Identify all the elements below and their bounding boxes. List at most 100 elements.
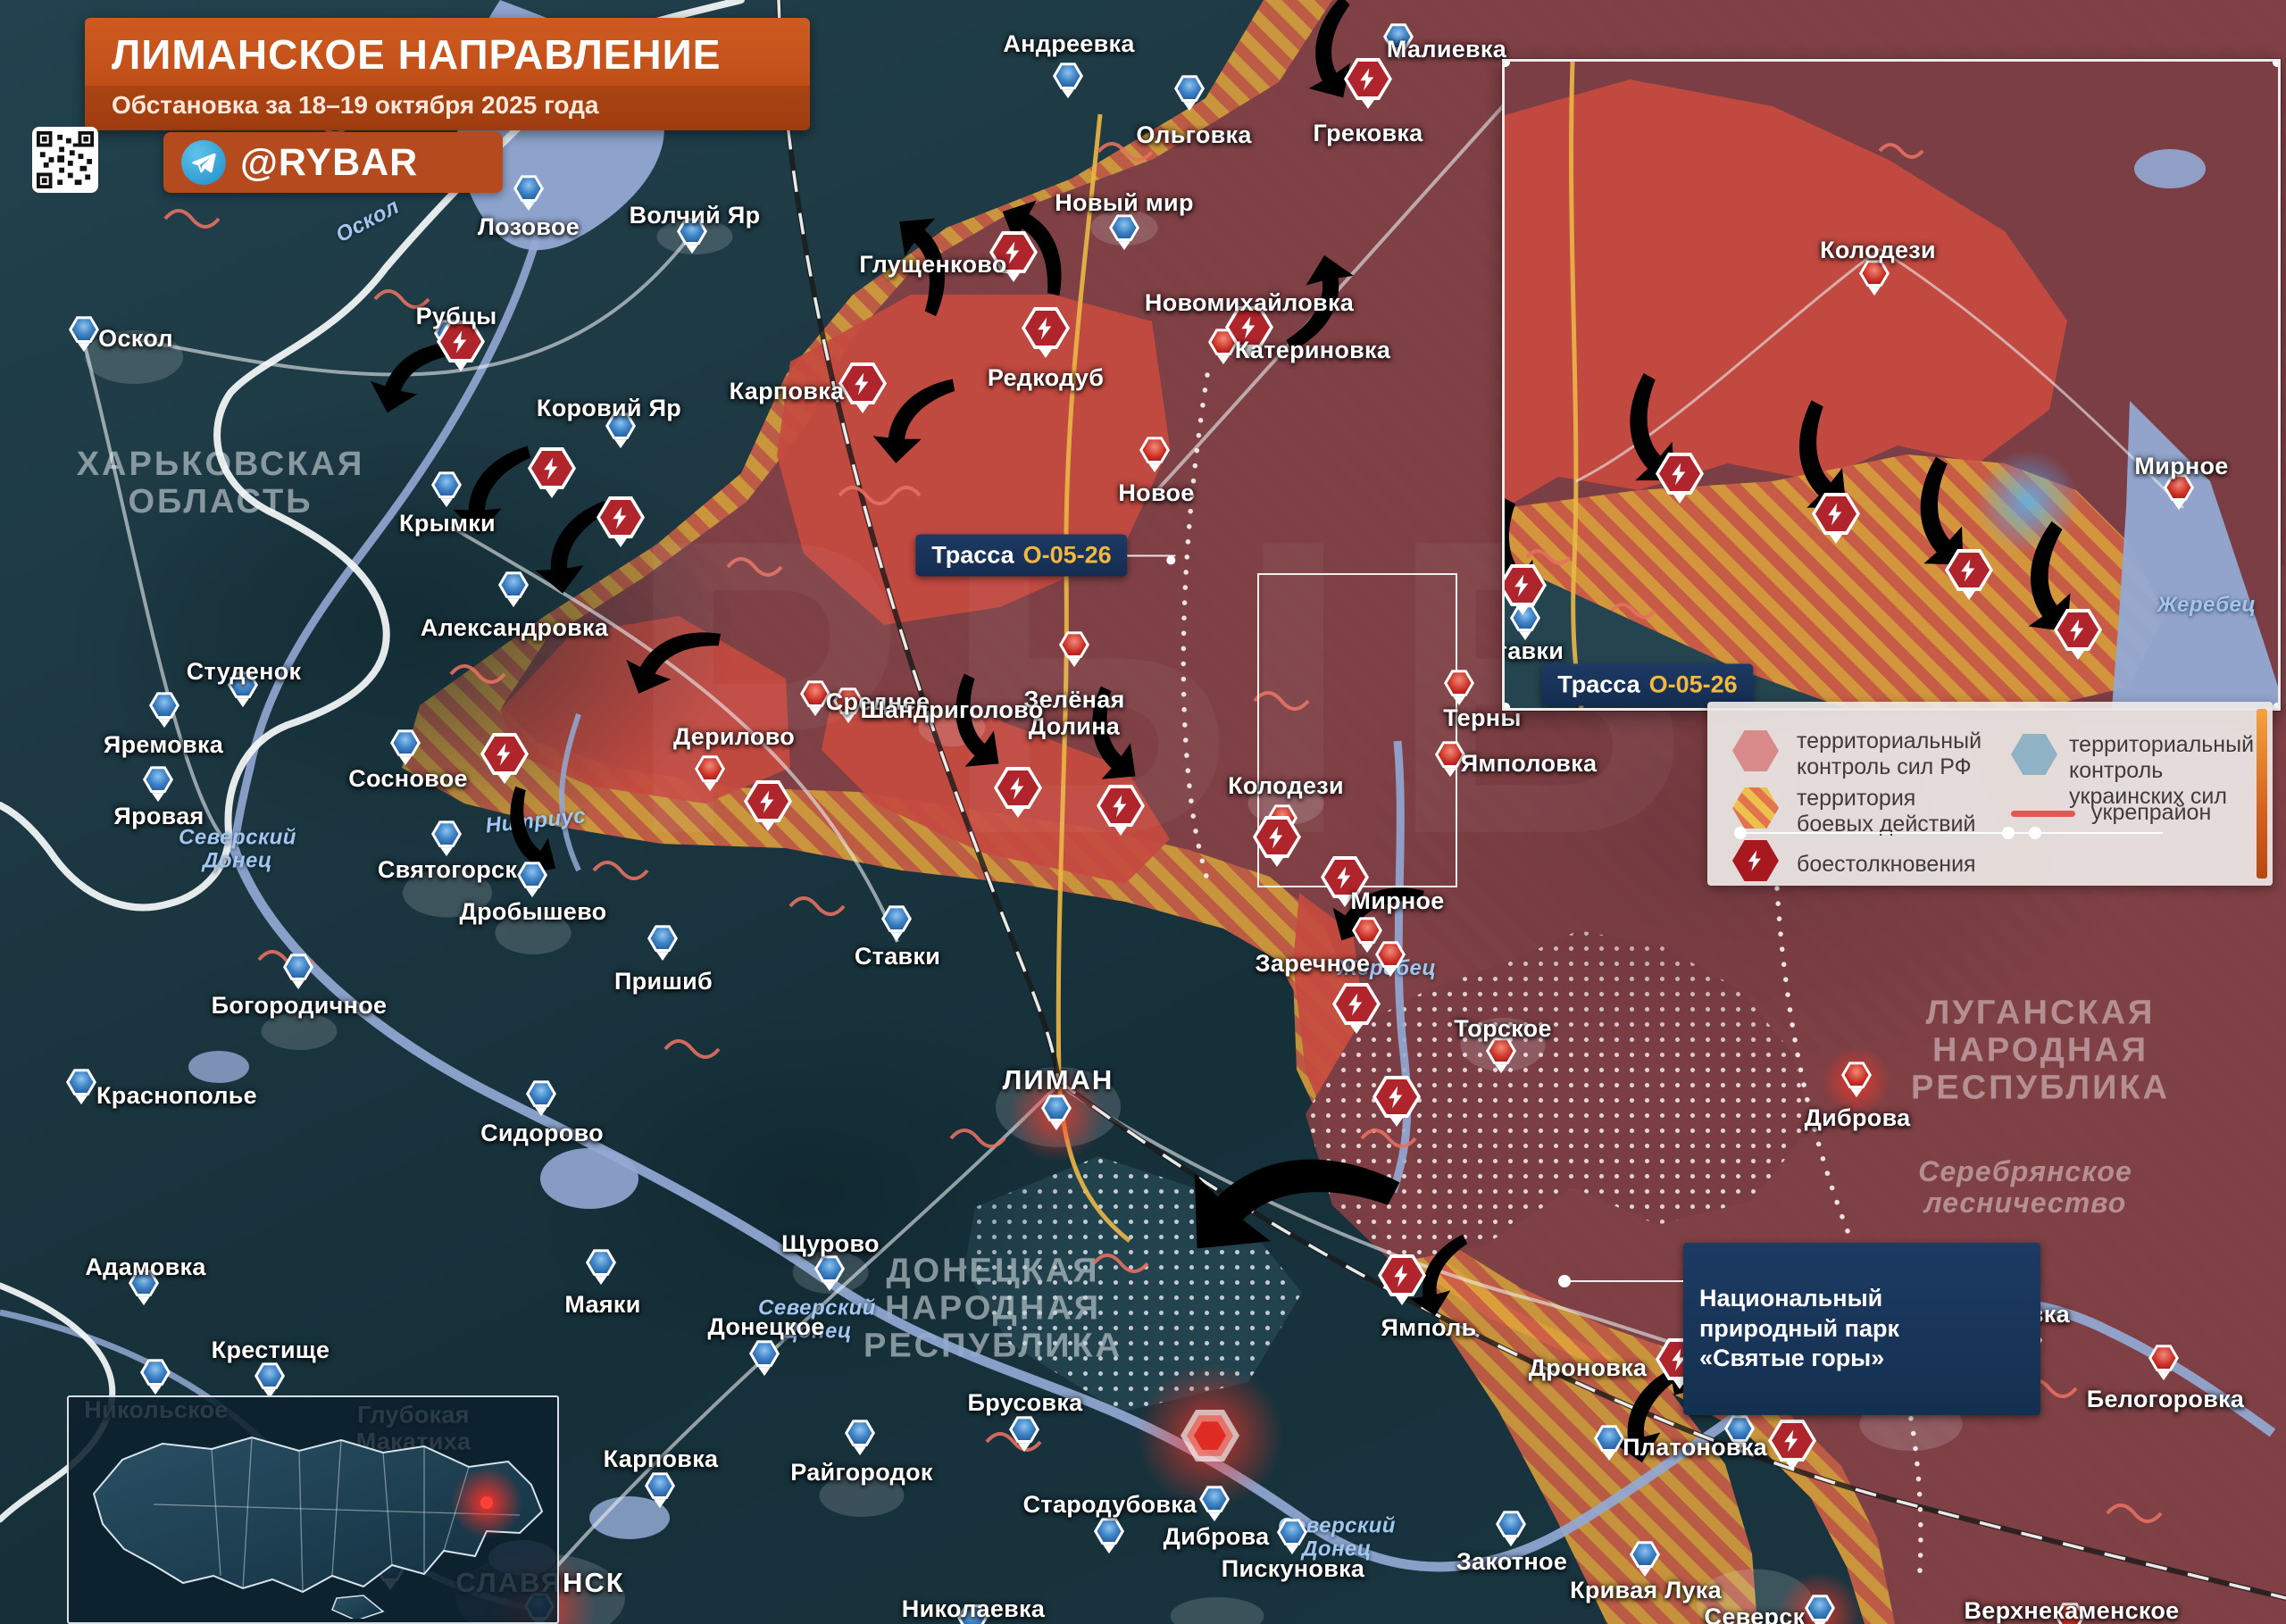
town-label: Стародубовка: [1022, 1491, 1197, 1519]
town-marker-rf: [1486, 1037, 1516, 1075]
town-marker-ua: [149, 692, 179, 729]
town-label: Крестище: [211, 1337, 330, 1364]
urban-area: [261, 1012, 338, 1050]
clash-icon: [989, 231, 1038, 287]
clash-icon: [480, 733, 529, 788]
clash-icon: [838, 362, 887, 418]
clash-icon: [597, 496, 645, 552]
urban-area: [495, 912, 572, 954]
town-marker-ua: [283, 954, 313, 991]
town-marker-ua: [845, 1420, 875, 1457]
town-marker-ua: [1041, 1095, 1072, 1132]
legend-ua-icon: [2011, 734, 2057, 775]
clash-icon: [1945, 549, 1993, 604]
town-marker-ua: [69, 316, 99, 354]
clash-icon: [437, 321, 485, 376]
attack-arrow: [1080, 682, 1148, 786]
town-label: Андреевка: [1003, 30, 1135, 58]
town-label: Ставки: [854, 943, 941, 970]
clash-icon: [1097, 785, 1145, 840]
town-marker-rf: [1059, 631, 1089, 669]
clash-icon: [1321, 856, 1369, 912]
town-label: Брусовка: [967, 1389, 1083, 1417]
map-subtitle: Обстановка за 18–19 октября 2025 года: [85, 86, 810, 130]
town-marker-ua: [957, 1604, 988, 1624]
urban-area: [819, 1474, 905, 1517]
legend-combat-label: территория боевых действий: [1797, 786, 1976, 837]
clash-icon: [1344, 58, 1392, 113]
town-marker-ua: [1277, 1519, 1307, 1556]
clash-icon: [1225, 306, 1273, 362]
town-marker-ua: [129, 1270, 159, 1307]
clash-icon: [1022, 307, 1070, 362]
town-label: Оскол: [98, 325, 173, 353]
town-label: Щурово: [781, 1230, 880, 1258]
town-marker-ua: [814, 1255, 845, 1293]
legend-combat-icon: [1732, 787, 1779, 829]
town-marker-ua: [1630, 1541, 1660, 1578]
rybar-channel-badge: @RYBAR: [163, 132, 503, 193]
region-label: ХАРЬКОВСКАЯ ОБЛАСТЬ: [76, 446, 365, 521]
highway-prefix: Трасса: [931, 541, 1014, 569]
town-marker-ua: [431, 471, 462, 509]
town-marker-rf: [1444, 670, 1474, 707]
highway-badge-inset: Трасса О-05-26: [1541, 663, 1754, 706]
inset-map: ТрассаО-05-26 КолодезиМирноеСтавкиЖеребе…: [1502, 59, 2281, 711]
town-marker-ua: [1109, 214, 1139, 252]
town-marker-ua: [677, 218, 707, 255]
town-label: Маяки: [564, 1291, 641, 1319]
urban-area: [85, 330, 183, 384]
town-label: Диброва: [1163, 1523, 1270, 1551]
clash-icon: [1253, 816, 1301, 871]
qr-pattern: [37, 131, 94, 188]
legend-accent-bar: [2257, 709, 2267, 879]
town-label: Райгородок: [790, 1459, 933, 1487]
town-marker-rf: [833, 687, 864, 725]
town-marker-ua: [1805, 1595, 1835, 1624]
town-label: Карповка: [603, 1445, 719, 1473]
town-marker-ua: [498, 571, 529, 609]
clash-icon: [1768, 1420, 1816, 1475]
channel-name: @RYBAR: [240, 140, 419, 184]
clash-icon: [1812, 493, 1860, 548]
town-marker-ua: [143, 766, 173, 804]
ukraine-minimap: [67, 1395, 559, 1624]
title-banner: ЛИМАНСКОЕ НАПРАВЛЕНИЕ Обстановка за 18–1…: [85, 18, 810, 130]
town-label: Лозовое: [477, 213, 580, 241]
river-label: Северский Донец: [179, 825, 296, 873]
town-marker-ua: [1174, 75, 1205, 112]
legend-divider: [1734, 827, 2163, 839]
town-marker-rf: [1435, 741, 1465, 779]
legend-fort-label: укрепрайон: [2091, 800, 2212, 825]
clash-icon: [2054, 609, 2102, 664]
town-marker-ua: [1053, 62, 1083, 100]
town-marker-ua: [647, 925, 678, 962]
river-label: Северский Донец: [758, 1295, 876, 1344]
town-marker-rf: [2055, 1603, 2085, 1624]
town-label: Яремовка: [103, 731, 224, 759]
highway-code: О-05-26: [1648, 670, 1738, 698]
town-marker-ua: [605, 412, 636, 450]
town-marker-rf: [1139, 437, 1170, 474]
town-label: Богородичное: [211, 992, 388, 1020]
town-marker-ua: [1496, 1511, 1526, 1548]
town-marker-ua: [431, 820, 462, 858]
clash-icon: [1505, 564, 1547, 620]
legend-clash-label: боестолкновения: [1797, 852, 1976, 877]
town-marker-ua: [526, 1080, 556, 1118]
town-marker-ua: [228, 671, 258, 709]
qr-code: [32, 127, 98, 193]
attack-arrow: [886, 212, 957, 321]
town-marker-rf: [1859, 260, 1890, 297]
town-marker-rf: [2148, 1345, 2179, 1382]
legend-rf-label: территориальный контроль сил РФ: [1797, 729, 1982, 779]
town-marker-rf: [695, 755, 725, 793]
town-marker-ua: [1009, 1416, 1039, 1453]
clash-icon: [1372, 1076, 1421, 1131]
town-marker-ua: [1383, 23, 1414, 61]
town-marker-rf: [2164, 474, 2194, 512]
town-marker-rf: [800, 680, 830, 718]
highway-prefix: Трасса: [1557, 670, 1640, 698]
highway-badge: Трасса О-05-26: [915, 534, 1176, 577]
town-marker-ua: [1199, 1486, 1230, 1523]
